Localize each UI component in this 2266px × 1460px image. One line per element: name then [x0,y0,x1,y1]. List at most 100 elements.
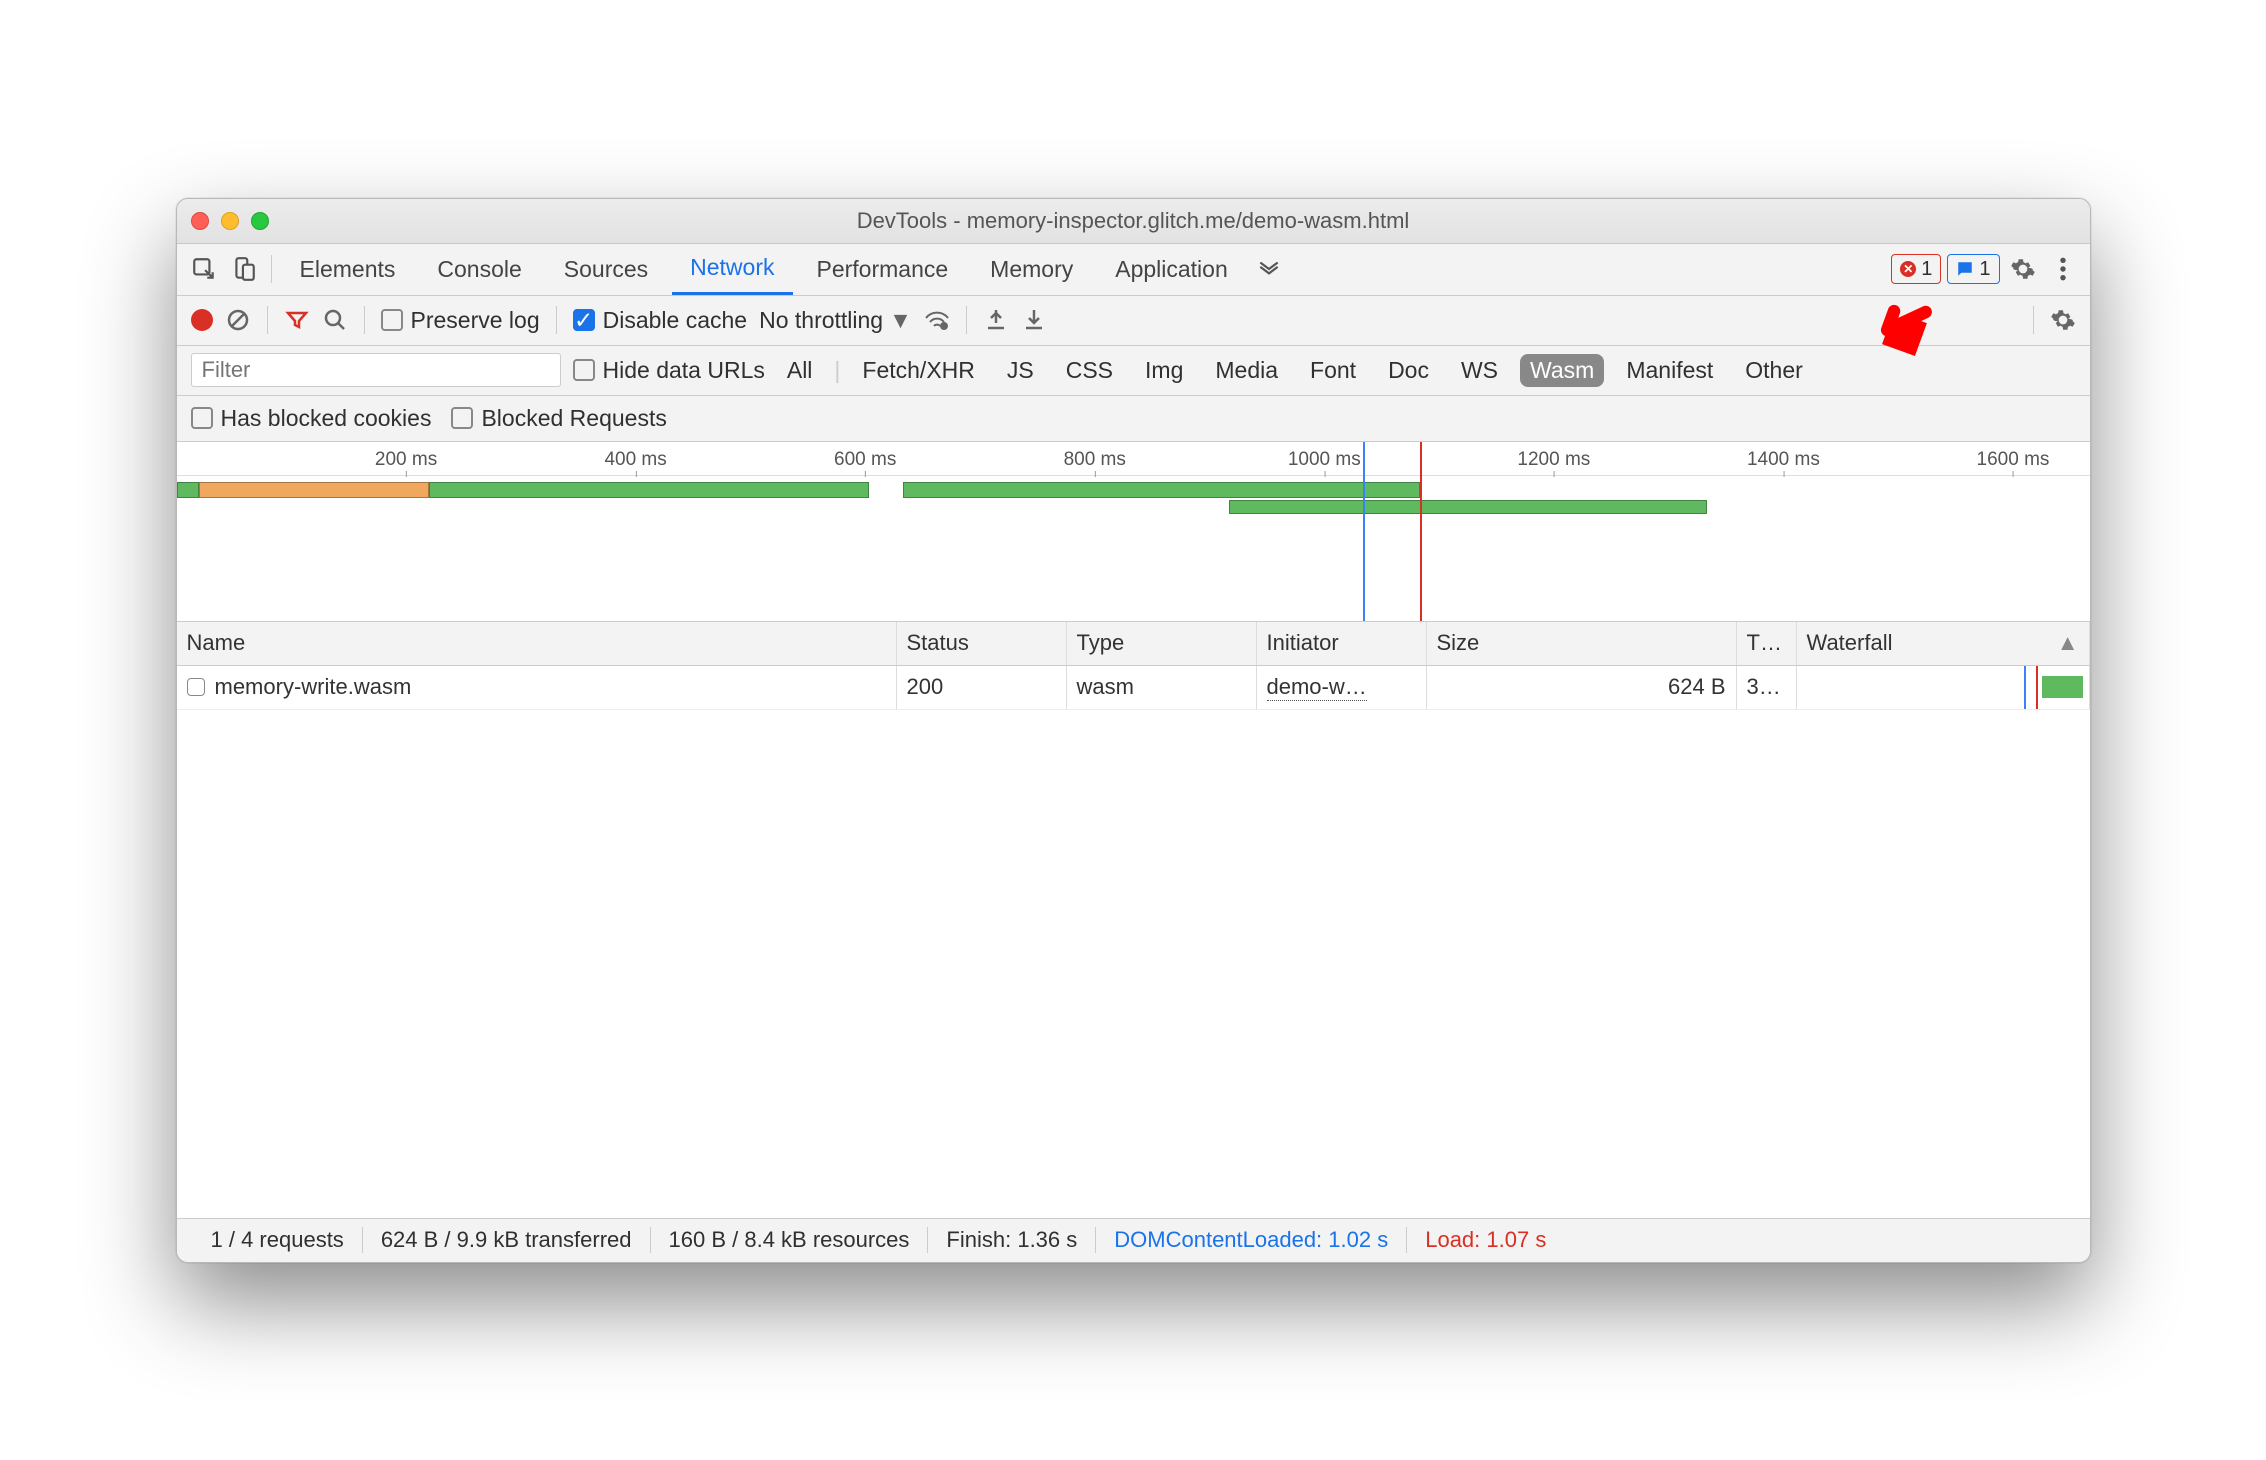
divider [267,306,268,334]
inspect-element-icon[interactable] [187,252,221,286]
cell-type: wasm [1067,666,1257,709]
messages-badge[interactable]: 1 [1947,254,1999,284]
checkbox-icon: ✓ [573,309,595,331]
col-size[interactable]: Size [1427,622,1737,665]
panel-settings-icon[interactable] [2050,307,2076,333]
filter-ws[interactable]: WS [1451,354,1508,387]
tab-console[interactable]: Console [419,244,539,295]
device-mode-icon[interactable] [227,252,261,286]
divider [966,306,967,334]
throttling-select[interactable]: No throttling ▼ [759,307,912,334]
chevron-down-icon: ▼ [889,307,912,334]
load-line [1420,442,1422,621]
search-icon[interactable] [322,307,348,333]
divider [2033,306,2034,334]
table-body: memory-write.wasm 200 wasm demo-w… 624 B… [177,666,2090,1218]
status-requests: 1 / 4 requests [193,1227,363,1253]
file-icon [187,678,205,696]
settings-icon[interactable] [2006,252,2040,286]
col-initiator[interactable]: Initiator [1257,622,1427,665]
divider [364,306,365,334]
throttling-value: No throttling [759,307,883,334]
initiator-link: demo-w… [1267,674,1367,701]
col-type[interactable]: Type [1067,622,1257,665]
filter-img[interactable]: Img [1135,354,1193,387]
filter-fetch-xhr[interactable]: Fetch/XHR [852,354,984,387]
tick-label: 1400 ms [1747,449,1820,471]
export-har-icon[interactable] [1021,307,1047,333]
col-status[interactable]: Status [897,622,1067,665]
filter-media[interactable]: Media [1205,354,1288,387]
tick-label: 1200 ms [1517,449,1590,471]
filter-css[interactable]: CSS [1056,354,1123,387]
overview-bar [177,482,200,498]
overview-bar [429,482,869,498]
overview-bar [903,482,1420,498]
error-icon: ✕ [1900,261,1916,277]
tick-label: 200 ms [375,449,437,471]
checkbox-icon [381,309,403,331]
has-blocked-cookies-checkbox[interactable]: Has blocked cookies [191,405,432,432]
devtools-window: DevTools - memory-inspector.glitch.me/de… [176,198,2091,1263]
col-name[interactable]: Name [177,622,897,665]
filter-other[interactable]: Other [1735,354,1813,387]
filter-all[interactable]: All [777,354,823,387]
table-header: Name Status Type Initiator Size T… Water… [177,622,2090,666]
checkbox-icon [191,407,213,429]
col-waterfall[interactable]: Waterfall ▲ [1797,622,2090,665]
filter-icon[interactable] [284,307,310,333]
waterfall-label: Waterfall [1807,630,1893,656]
checkbox-icon [573,359,595,381]
status-finish: Finish: 1.36 s [928,1227,1096,1253]
status-resources: 160 B / 8.4 kB resources [651,1227,929,1253]
col-time[interactable]: T… [1737,622,1797,665]
tick-label: 1000 ms [1288,449,1361,471]
disable-cache-checkbox[interactable]: ✓ Disable cache [573,307,747,334]
record-button[interactable] [191,309,213,331]
tick-label: 800 ms [1064,449,1126,471]
filter-input[interactable] [191,353,561,387]
filter-js[interactable]: JS [997,354,1044,387]
import-har-icon[interactable] [983,307,1009,333]
clear-button[interactable] [225,307,251,333]
preserve-log-label: Preserve log [411,307,540,334]
filter-wasm[interactable]: Wasm [1520,354,1604,387]
tab-elements[interactable]: Elements [282,244,414,295]
more-tabs-icon[interactable] [1252,252,1286,286]
kebab-menu-icon[interactable] [2046,252,2080,286]
filter-doc[interactable]: Doc [1378,354,1439,387]
checkbox-icon [451,407,473,429]
dcl-marker [2024,666,2026,709]
disable-cache-label: Disable cache [603,307,747,334]
timeline-ticks: 200 ms 400 ms 600 ms 800 ms 1000 ms 1200… [177,442,2090,476]
overview-bars [177,480,2090,504]
errors-badge[interactable]: ✕ 1 [1891,254,1941,284]
filter-manifest[interactable]: Manifest [1616,354,1723,387]
network-conditions-icon[interactable] [924,307,950,333]
network-overview-timeline[interactable]: 200 ms 400 ms 600 ms 800 ms 1000 ms 1200… [177,442,2090,622]
filter-font[interactable]: Font [1300,354,1366,387]
errors-count: 1 [1921,258,1932,281]
tab-memory[interactable]: Memory [972,244,1091,295]
preserve-log-checkbox[interactable]: Preserve log [381,307,540,334]
cell-name: memory-write.wasm [177,666,897,709]
tab-application[interactable]: Application [1097,244,1246,295]
network-table: Name Status Type Initiator Size T… Water… [177,622,2090,1218]
tick-label: 1600 ms [1977,449,2050,471]
table-row[interactable]: memory-write.wasm 200 wasm demo-w… 624 B… [177,666,2090,710]
hide-data-urls-label: Hide data URLs [603,357,765,384]
macos-title-bar: DevTools - memory-inspector.glitch.me/de… [177,199,2090,244]
hide-data-urls-checkbox[interactable]: Hide data URLs [573,357,765,384]
cell-time: 3… [1737,666,1797,709]
network-filter-row-2: Has blocked cookies Blocked Requests [177,396,2090,442]
devtools-tabbar: Elements Console Sources Network Perform… [177,244,2090,296]
window-title: DevTools - memory-inspector.glitch.me/de… [177,208,2090,234]
tab-sources[interactable]: Sources [546,244,666,295]
divider: | [834,357,840,384]
tab-network[interactable]: Network [672,244,792,295]
tab-performance[interactable]: Performance [799,244,967,295]
blocked-requests-checkbox[interactable]: Blocked Requests [451,405,666,432]
network-status-bar: 1 / 4 requests 624 B / 9.9 kB transferre… [177,1218,2090,1262]
cell-initiator[interactable]: demo-w… [1257,666,1427,709]
sort-indicator-icon: ▲ [2057,630,2079,656]
